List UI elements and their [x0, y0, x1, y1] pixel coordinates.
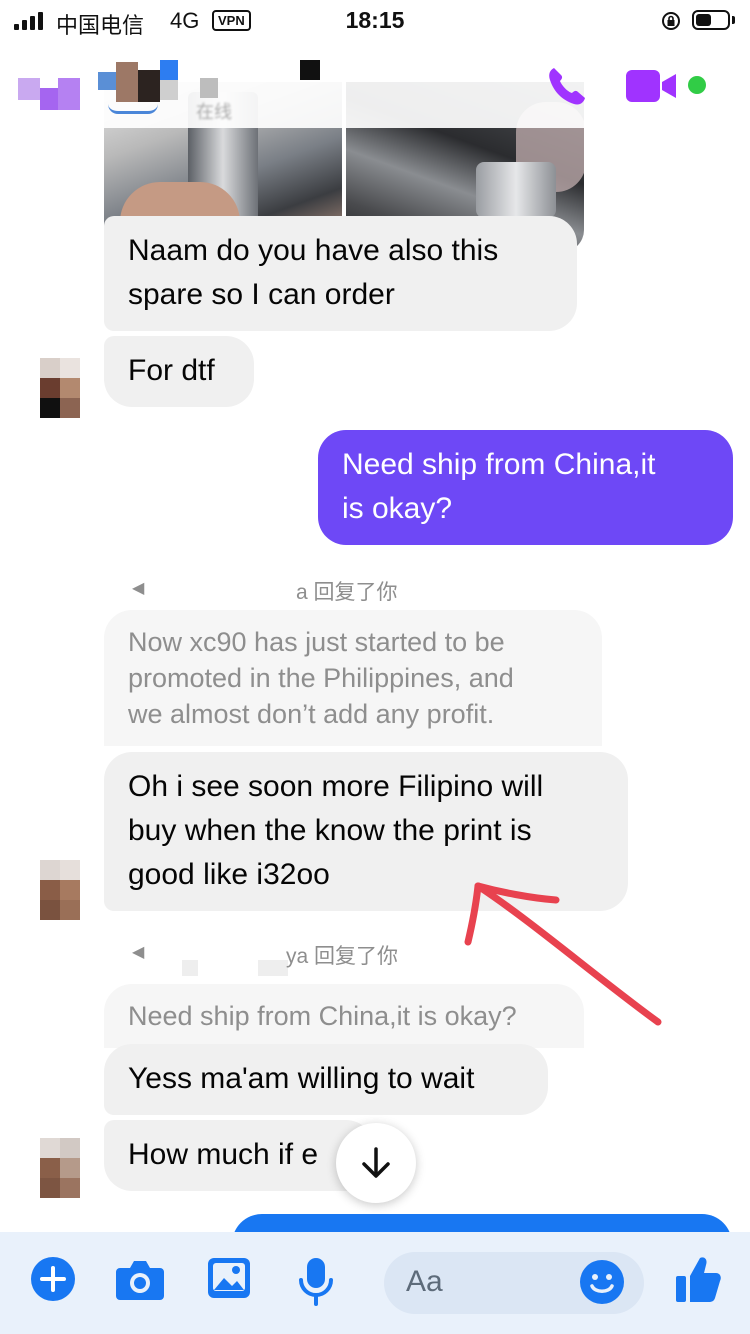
chat-header: 在线	[0, 42, 750, 128]
video-camera-icon[interactable]	[624, 66, 680, 106]
battery-tip	[732, 16, 735, 24]
message-text: For dtf	[128, 354, 215, 387]
outgoing-message[interactable]: Need ship from China,it is okay?	[318, 430, 733, 545]
rotation-lock-icon	[662, 12, 680, 30]
gallery-icon[interactable]	[206, 1256, 252, 1300]
outgoing-message-peek	[232, 1214, 732, 1232]
incoming-message[interactable]: How much if e	[104, 1120, 374, 1191]
message-input-placeholder: Aa	[406, 1265, 443, 1298]
arrow-down-icon	[362, 1147, 390, 1178]
thumbs-up-icon[interactable]	[674, 1254, 722, 1306]
avatar[interactable]	[40, 358, 80, 418]
quoted-message[interactable]: Need ship from China,it is okay?	[104, 984, 584, 1048]
battery-icon	[692, 10, 730, 30]
avatar[interactable]	[40, 1138, 80, 1198]
quote-line: Now xc90 has just started to be	[128, 627, 505, 657]
message-text: How much if e	[128, 1138, 319, 1171]
message-line: Need ship from China,it	[342, 448, 656, 481]
online-status-dot	[688, 76, 706, 94]
quote-line: promoted in the Philippines, and	[128, 663, 514, 693]
phone-icon[interactable]	[542, 62, 590, 110]
scroll-to-bottom-button[interactable]	[336, 1123, 416, 1203]
incoming-message[interactable]: Yess ma'am willing to wait	[104, 1044, 548, 1115]
message-list[interactable]: Naam do you have also this spare so I ca…	[0, 42, 750, 1232]
reply-label: a 回复了你	[296, 581, 398, 604]
quote-line: we almost don’t add any profit.	[128, 699, 495, 729]
redaction-mark	[300, 60, 320, 80]
message-line: Oh i see soon more Filipino will	[128, 770, 544, 803]
incoming-message[interactable]: Oh i see soon more Filipino will buy whe…	[104, 752, 628, 911]
quote-text: Need ship from China,it is okay?	[128, 1001, 517, 1031]
battery-level	[696, 14, 711, 26]
avatar[interactable]	[40, 860, 80, 920]
reply-arrow-icon: ◀	[132, 580, 145, 597]
camera-icon[interactable]	[114, 1256, 166, 1302]
message-line: good like i32oo	[128, 858, 330, 891]
status-bar: 中国电信 4G VPN 18:15	[0, 0, 750, 42]
emoji-icon[interactable]	[578, 1258, 626, 1306]
contact-status: 在线	[196, 102, 232, 122]
incoming-message[interactable]: Naam do you have also this spare so I ca…	[104, 216, 577, 331]
plus-icon[interactable]	[30, 1256, 76, 1302]
blur-patch	[258, 960, 288, 976]
message-text: Yess ma'am willing to wait	[128, 1062, 475, 1095]
message-line: buy when the know the print is	[128, 814, 532, 847]
reply-arrow-icon: ◀	[132, 944, 145, 961]
message-line: spare so I can order	[128, 278, 395, 311]
blur-patch	[182, 960, 198, 976]
composer-bar: Aa	[0, 1232, 750, 1334]
message-line: is okay?	[342, 492, 453, 525]
contact-avatar[interactable]	[98, 60, 182, 120]
clock: 18:15	[345, 7, 405, 33]
reply-label: ya 回复了你	[286, 945, 399, 968]
blur-patch	[200, 78, 218, 98]
quoted-message[interactable]: Now xc90 has just started to be promoted…	[104, 610, 602, 746]
incoming-message[interactable]: For dtf	[104, 336, 254, 407]
message-line: Naam do you have also this	[128, 234, 499, 267]
microphone-icon[interactable]	[298, 1256, 334, 1308]
